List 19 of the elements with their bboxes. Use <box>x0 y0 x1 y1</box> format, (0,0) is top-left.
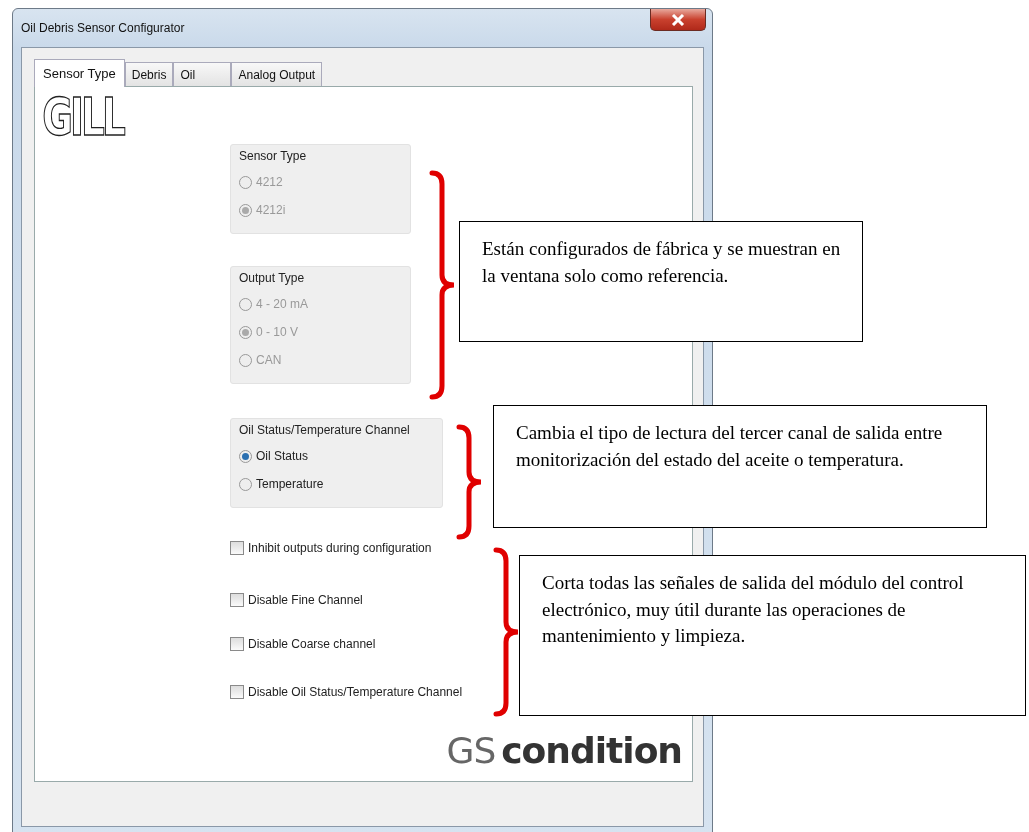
group-title: Sensor Type <box>239 149 308 163</box>
group-title: Output Type <box>239 271 306 285</box>
window-title: Oil Debris Sensor Configurator <box>21 21 185 35</box>
tab[interactable]: Sensor Type <box>34 59 125 87</box>
annotation-callout: Están configurados de fábrica y se muestran en la ventana solo como referencia. <box>459 221 863 342</box>
group-title: Oil Status/Temperature Channel <box>239 423 411 437</box>
annotation-callout: Corta todas las señales de salida del módulo del control electrónico, muy útil durante las operaciones de mantenimiento y limpieza. <box>519 555 1026 716</box>
annotation-callout: Cambia el tipo de lectura del tercer canal de salida entre monitorización del estado del aceite o temperatura. <box>493 405 987 528</box>
checkbox[interactable]: Disable Coarse channel <box>230 636 463 652</box>
checkbox[interactable]: Disable Fine Channel <box>230 592 463 608</box>
brand-logo: GS condition <box>446 730 682 771</box>
close-button[interactable] <box>650 9 706 31</box>
close-icon <box>671 13 685 26</box>
tab[interactable]: Analog Output <box>231 62 323 86</box>
checkbox[interactable]: Inhibit outputs during configuration <box>230 540 463 556</box>
checkbox[interactable]: Disable Oil Status/Temperature Channel <box>230 684 463 700</box>
tab[interactable]: Debris <box>124 62 174 86</box>
logo: GILL <box>41 87 126 147</box>
tab[interactable]: Oil <box>173 62 232 86</box>
